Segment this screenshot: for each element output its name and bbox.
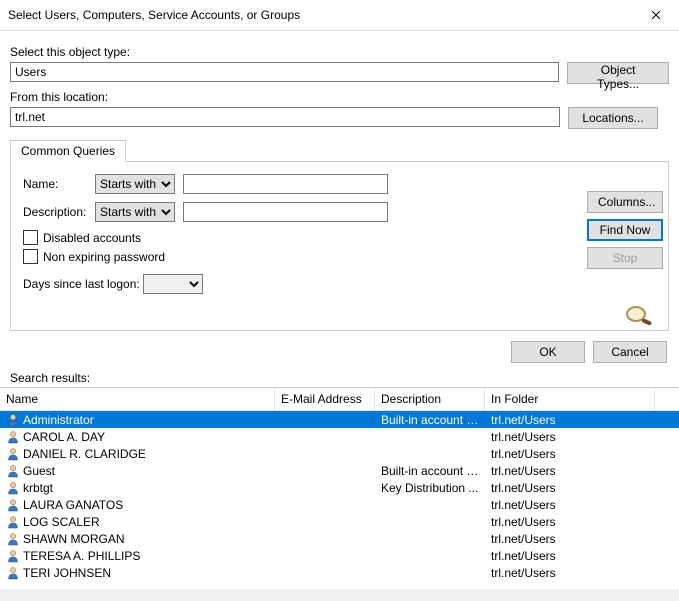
find-now-button[interactable]: Find Now <box>587 219 663 241</box>
grid-body: AdministratorBuilt-in account f...trl.ne… <box>0 411 679 601</box>
cell-description: Key Distribution ... <box>375 481 485 495</box>
user-icon <box>6 447 20 461</box>
user-icon <box>6 413 20 427</box>
tab-container: Common Queries Name: Starts with Descrip… <box>10 139 669 331</box>
cell-name: TERI JOHNSEN <box>0 566 275 580</box>
cell-folder: trl.net/Users <box>485 498 655 512</box>
tab-common-queries[interactable]: Common Queries <box>10 140 126 162</box>
name-input[interactable] <box>183 174 388 194</box>
table-row[interactable]: Guest Built-in account f...trl.net/Users <box>0 462 679 479</box>
columns-button[interactable]: Columns... <box>587 191 663 213</box>
description-mode-select[interactable]: Starts with <box>95 202 175 222</box>
table-row[interactable]: TERESA A. PHILLIPS trl.net/Users <box>0 547 679 564</box>
column-header-folder[interactable]: In Folder <box>485 388 655 410</box>
cell-name: SHAWN MORGAN <box>0 532 275 546</box>
non-expiring-checkbox[interactable]: Non expiring password <box>23 249 656 264</box>
cell-folder: trl.net/Users <box>485 413 655 427</box>
cell-name: krbtgt <box>0 481 275 495</box>
cell-folder: trl.net/Users <box>485 464 655 478</box>
cell-folder: trl.net/Users <box>485 481 655 495</box>
checkbox-icon <box>23 230 38 245</box>
results-grid: Name E-Mail Address Description In Folde… <box>0 387 679 601</box>
location-label: From this location: <box>10 90 669 104</box>
window-title: Select Users, Computers, Service Account… <box>8 8 300 22</box>
cell-name: Guest <box>0 464 275 478</box>
user-icon <box>6 498 20 512</box>
user-icon <box>6 430 20 444</box>
content-area: Select this object type: Users Object Ty… <box>0 31 679 331</box>
days-label: Days since last logon: <box>23 277 143 291</box>
search-icon <box>623 303 655 332</box>
titlebar: Select Users, Computers, Service Account… <box>0 0 679 31</box>
table-row[interactable]: Administrator Built-in account f...trl.ne… <box>0 411 679 428</box>
name-mode-select[interactable]: Starts with <box>95 174 175 194</box>
object-type-field[interactable]: Users <box>10 62 559 82</box>
object-types-button[interactable]: Object Types... <box>567 62 669 84</box>
cell-folder: trl.net/Users <box>485 447 655 461</box>
disabled-accounts-label: Disabled accounts <box>43 231 141 245</box>
table-row[interactable]: LOG SCALER trl.net/Users <box>0 513 679 530</box>
description-input[interactable] <box>183 202 388 222</box>
user-icon <box>6 464 20 478</box>
locations-button[interactable]: Locations... <box>568 107 658 129</box>
object-type-value: Users <box>15 65 46 79</box>
tab-body: Name: Starts with Description: Starts wi… <box>10 161 669 331</box>
checkbox-icon <box>23 249 38 264</box>
user-icon <box>6 481 20 495</box>
cell-name: CAROL A. DAY <box>0 430 275 444</box>
table-row[interactable]: TERI JOHNSEN trl.net/Users <box>0 564 679 581</box>
cancel-button[interactable]: Cancel <box>593 341 667 363</box>
cell-name: LOG SCALER <box>0 515 275 529</box>
cell-folder: trl.net/Users <box>485 532 655 546</box>
cell-name: DANIEL R. CLARIDGE <box>0 447 275 461</box>
user-icon <box>6 532 20 546</box>
column-header-email[interactable]: E-Mail Address <box>275 388 375 410</box>
disabled-accounts-checkbox[interactable]: Disabled accounts <box>23 230 656 245</box>
cell-folder: trl.net/Users <box>485 430 655 444</box>
table-row[interactable]: CAROL A. DAY trl.net/Users <box>0 428 679 445</box>
user-icon <box>6 549 20 563</box>
right-button-column: Columns... Find Now Stop <box>587 191 667 269</box>
location-value: trl.net <box>15 110 45 124</box>
cell-description: Built-in account f... <box>375 464 485 478</box>
table-row[interactable]: SHAWN MORGAN trl.net/Users <box>0 530 679 547</box>
user-icon <box>6 566 20 580</box>
dialog-window: Select Users, Computers, Service Account… <box>0 0 679 589</box>
table-row[interactable]: DANIEL R. CLARIDGE trl.net/Users <box>0 445 679 462</box>
cell-folder: trl.net/Users <box>485 515 655 529</box>
action-row: OK Cancel <box>0 331 679 369</box>
ok-button[interactable]: OK <box>511 341 585 363</box>
cell-name: TERESA A. PHILLIPS <box>0 549 275 563</box>
non-expiring-label: Non expiring password <box>43 250 165 264</box>
grid-header: Name E-Mail Address Description In Folde… <box>0 388 679 411</box>
days-select[interactable] <box>143 274 203 294</box>
user-icon <box>6 515 20 529</box>
cell-folder: trl.net/Users <box>485 549 655 563</box>
close-icon <box>651 10 661 20</box>
table-row[interactable]: LAURA GANATOS trl.net/Users <box>0 496 679 513</box>
location-field[interactable]: trl.net <box>10 107 560 127</box>
cell-name: LAURA GANATOS <box>0 498 275 512</box>
description-label: Description: <box>23 205 95 219</box>
stop-button[interactable]: Stop <box>587 247 663 269</box>
name-label: Name: <box>23 177 95 191</box>
column-header-description[interactable]: Description <box>375 388 485 410</box>
table-row[interactable]: krbtgt Key Distribution ...trl.net/Users <box>0 479 679 496</box>
close-button[interactable] <box>641 0 671 30</box>
cell-folder: trl.net/Users <box>485 566 655 580</box>
object-type-label: Select this object type: <box>10 45 669 59</box>
cell-description: Built-in account f... <box>375 413 485 427</box>
column-header-name[interactable]: Name <box>0 388 275 410</box>
results-label: Search results: <box>0 369 679 387</box>
cell-name: Administrator <box>0 413 275 427</box>
